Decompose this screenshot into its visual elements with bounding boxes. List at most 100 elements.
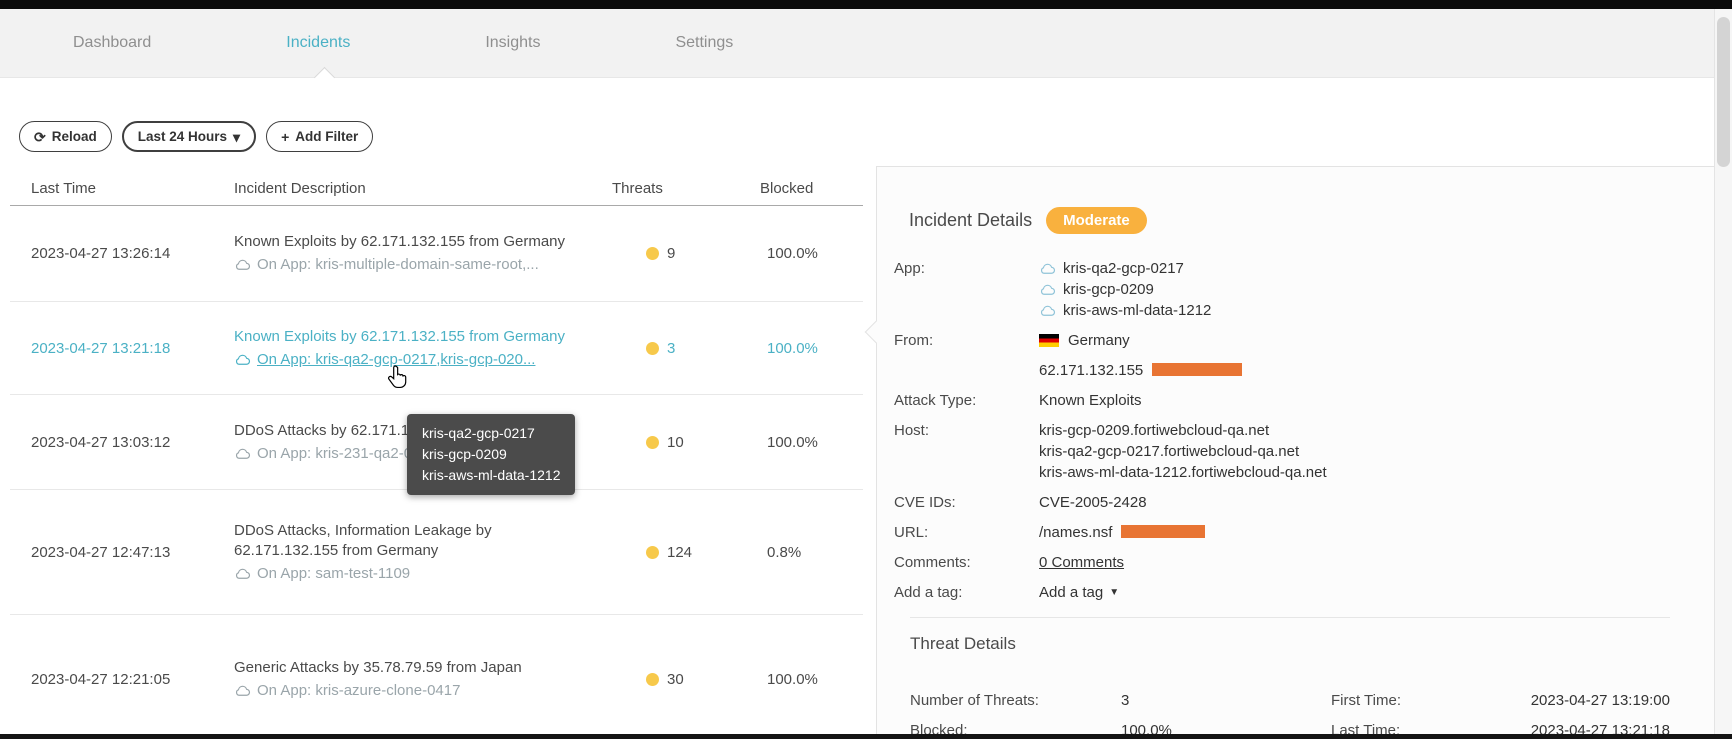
cloud-icon	[234, 448, 251, 460]
tab-incidents[interactable]: Incidents	[286, 34, 350, 52]
threat-count: 3	[667, 340, 675, 357]
incident-description-text: Known Exploits by 62.171.132.155 from Ge…	[234, 327, 589, 347]
incident-app-link[interactable]: On App: sam-test-1109	[234, 564, 589, 584]
field-label-url: URL:	[894, 522, 1039, 543]
threat-dot	[646, 673, 659, 686]
column-header-threats: Threats	[612, 180, 760, 197]
app-name: kris-gcp-0209	[1063, 279, 1154, 300]
severity-badge: Moderate	[1046, 207, 1147, 234]
details-header: Incident Details Moderate	[909, 207, 1715, 234]
incident-app-link[interactable]: On App: kris-azure-clone-0417	[234, 681, 589, 701]
incident-app-text: On App: kris-multiple-domain-same-root,.…	[257, 255, 539, 275]
value-number-of-threats: 3	[1121, 690, 1331, 711]
threats-cell: 30	[612, 671, 760, 688]
app-item[interactable]: kris-gcp-0209	[1039, 279, 1211, 300]
threat-details-grid: Number of Threats: 3 First Time: 2023-04…	[910, 690, 1670, 739]
blocked-percent: 0.8%	[760, 544, 863, 561]
add-filter-button[interactable]: + Add Filter	[266, 121, 373, 152]
threats-cell: 10	[612, 434, 760, 451]
cloud-icon	[1039, 305, 1056, 317]
field-label-host: Host:	[894, 420, 1039, 483]
incident-app-link[interactable]: On App: kris-multiple-domain-same-root,.…	[234, 255, 589, 275]
time-range-dropdown[interactable]: Last 24 Hours ▾	[122, 121, 256, 152]
incident-app-text: On App: sam-test-1109	[257, 564, 410, 584]
blocked-percent: 100.0%	[760, 671, 863, 688]
field-label-empty	[894, 360, 1039, 381]
tooltip-app-name: kris-aws-ml-data-1212	[422, 465, 560, 486]
incident-description: Known Exploits by 62.171.132.155 from Ge…	[234, 232, 612, 275]
field-label-cve-ids: CVE IDs:	[894, 492, 1039, 513]
table-row-selected[interactable]: 2023-04-27 13:21:18 Known Exploits by 62…	[10, 302, 863, 395]
reload-button[interactable]: ⟳ Reload	[19, 121, 112, 152]
field-label-comments: Comments:	[894, 552, 1039, 573]
bottom-chrome-bar	[0, 734, 1732, 739]
app-item[interactable]: kris-qa2-gcp-0217	[1039, 258, 1211, 279]
column-header-blocked: Blocked	[760, 180, 863, 197]
field-app: App: kris-qa2-gcp-0217 kris-gcp-0209 kri…	[894, 258, 1670, 321]
field-add-tag: Add a tag: Add a tag ▼	[894, 582, 1670, 603]
app-name: kris-qa2-gcp-0217	[1063, 258, 1184, 279]
label-number-of-threats: Number of Threats:	[910, 690, 1121, 711]
incident-time: 2023-04-27 13:26:14	[10, 245, 234, 262]
threat-count: 10	[667, 434, 684, 451]
host-name: kris-gcp-0209.fortiwebcloud-qa.net	[1039, 420, 1327, 441]
scrollbar-thumb[interactable]	[1717, 17, 1730, 167]
field-label-from: From:	[894, 330, 1039, 351]
top-chrome-bar	[0, 0, 1732, 9]
blocked-percent: 100.0%	[760, 245, 863, 262]
incident-description: Known Exploits by 62.171.132.155 from Ge…	[234, 327, 612, 370]
incident-time: 2023-04-27 13:03:12	[10, 434, 234, 451]
attack-type-value: Known Exploits	[1039, 390, 1142, 411]
incident-description-text: DDoS Attacks, Information Leakage by 62.…	[234, 521, 589, 561]
column-header-description: Incident Description	[234, 180, 612, 197]
cloud-icon	[234, 685, 251, 697]
app-item[interactable]: kris-aws-ml-data-1212	[1039, 300, 1211, 321]
tab-insights[interactable]: Insights	[485, 34, 540, 52]
table-row[interactable]: 2023-04-27 12:47:13 DDoS Attacks, Inform…	[10, 490, 863, 615]
table-row[interactable]: 2023-04-27 12:21:05 Generic Attacks by 3…	[10, 615, 863, 739]
app-window: Dashboard Incidents Insights Settings ⟳ …	[0, 0, 1732, 739]
field-attack-type: Attack Type: Known Exploits	[894, 390, 1670, 411]
threat-count: 9	[667, 245, 675, 262]
incident-details-panel: Incident Details Moderate App: kris-qa2-…	[876, 166, 1715, 734]
incident-time: 2023-04-27 13:21:18	[10, 340, 234, 357]
incident-time: 2023-04-27 12:21:05	[10, 671, 234, 688]
blocked-percent: 100.0%	[760, 340, 863, 357]
details-fields: App: kris-qa2-gcp-0217 kris-gcp-0209 kri…	[877, 258, 1715, 603]
incidents-table-header: Last Time Incident Description Threats B…	[10, 171, 863, 206]
main-nav: Dashboard Incidents Insights Settings	[0, 9, 1732, 78]
tooltip-app-name: kris-gcp-0209	[422, 444, 560, 465]
field-from: From: Germany	[894, 330, 1670, 351]
incident-description-text: Generic Attacks by 35.78.79.59 from Japa…	[234, 658, 589, 678]
comments-link[interactable]: 0 Comments	[1039, 554, 1124, 571]
incident-app-link[interactable]: On App: kris-qa2-gcp-0217,kris-gcp-020..…	[234, 350, 589, 370]
incident-time: 2023-04-27 12:47:13	[10, 544, 234, 561]
threats-cell: 3	[612, 340, 760, 357]
field-comments: Comments: 0 Comments	[894, 552, 1670, 573]
incident-app-text: On App: kris-231-qa2-0...	[257, 444, 425, 464]
reload-icon: ⟳	[34, 130, 46, 144]
caret-down-icon: ▾	[233, 130, 240, 144]
section-divider	[910, 617, 1670, 618]
scrollbar-track[interactable]	[1714, 9, 1732, 734]
value-first-time: 2023-04-27 13:19:00	[1401, 690, 1670, 711]
blocked-percent: 100.0%	[760, 434, 863, 451]
reload-label: Reload	[52, 129, 97, 144]
host-name: kris-qa2-gcp-0217.fortiwebcloud-qa.net	[1039, 441, 1327, 462]
cloud-icon	[234, 354, 251, 366]
threat-details-title: Threat Details	[910, 634, 1715, 654]
threat-dot	[646, 546, 659, 559]
tab-settings[interactable]: Settings	[675, 34, 733, 52]
mouse-cursor-icon	[386, 364, 408, 395]
column-header-last-time: Last Time	[10, 180, 234, 197]
tab-dashboard[interactable]: Dashboard	[73, 34, 151, 52]
threat-count: 30	[667, 671, 684, 688]
incident-description: DDoS Attacks, Information Leakage by 62.…	[234, 521, 612, 584]
field-host: Host: kris-gcp-0209.fortiwebcloud-qa.net…	[894, 420, 1670, 483]
host-name: kris-aws-ml-data-1212.fortiwebcloud-qa.n…	[1039, 462, 1327, 483]
field-label-add-tag: Add a tag:	[894, 582, 1039, 603]
add-tag-dropdown[interactable]: Add a tag ▼	[1039, 582, 1119, 603]
table-row[interactable]: 2023-04-27 13:26:14 Known Exploits by 62…	[10, 205, 863, 302]
dropdown-caret-icon: ▼	[1109, 582, 1119, 603]
threat-details-row: Number of Threats: 3 First Time: 2023-04…	[910, 690, 1670, 711]
